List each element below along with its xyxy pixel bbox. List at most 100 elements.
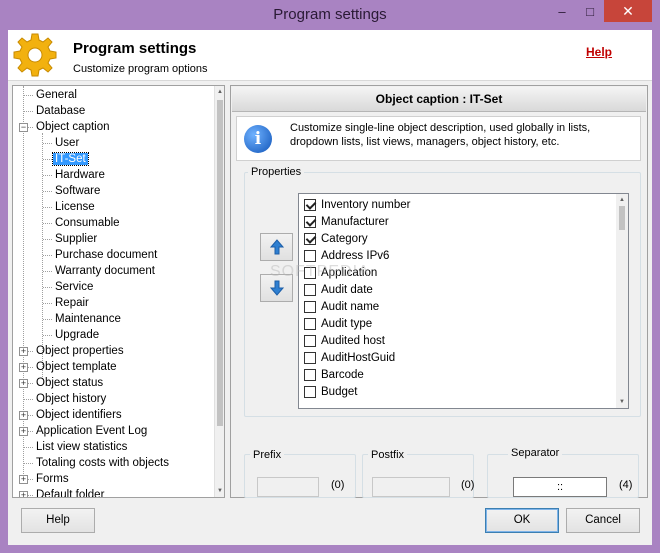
tree-item-label: User [55, 137, 80, 149]
property-checkbox[interactable] [304, 283, 316, 296]
minimize-button[interactable]: – [548, 0, 576, 22]
tree-item-label: Maintenance [55, 313, 121, 325]
tree-item[interactable]: Hardware [53, 167, 107, 183]
property-row[interactable]: Manufacturer [304, 213, 389, 230]
header-subtitle: Customize program options [73, 63, 208, 75]
settings-tree[interactable]: ▲ ▼ General Database Object caption − User IT… [12, 85, 225, 498]
tree-item[interactable]: Software [53, 183, 102, 199]
tree-item[interactable]: Upgrade [53, 327, 101, 343]
tree-item[interactable]: Object caption [34, 119, 112, 135]
property-row[interactable]: Category [304, 230, 368, 247]
tree-connector [43, 143, 52, 144]
property-row[interactable]: Address IPv6 [304, 247, 389, 264]
expand-icon[interactable]: + [19, 379, 28, 388]
tree-item[interactable]: Purchase document [53, 247, 159, 263]
info-box: i Customize single-line object descripti… [236, 116, 641, 161]
property-row[interactable]: Inventory number [304, 196, 411, 213]
tree-item[interactable]: Repair [53, 295, 91, 311]
tree-item[interactable]: Warranty document [53, 263, 157, 279]
property-checkbox[interactable] [304, 198, 316, 211]
tree-item-label: Purchase document [55, 249, 158, 261]
tree-item[interactable]: Object properties [34, 343, 126, 359]
info-icon: i [244, 125, 272, 153]
property-row[interactable]: Audit date [304, 281, 373, 298]
tree-connector [43, 255, 52, 256]
scroll-down-icon[interactable]: ▼ [616, 396, 628, 408]
tree-item[interactable]: Object identifiers [34, 407, 124, 423]
property-checkbox[interactable] [304, 334, 316, 347]
property-checkbox[interactable] [304, 368, 316, 381]
property-row[interactable]: Budget [304, 383, 357, 400]
tree-item[interactable]: Maintenance [53, 311, 123, 327]
tree-item[interactable]: IT-Set [52, 151, 89, 167]
scroll-up-icon[interactable]: ▲ [215, 86, 224, 98]
property-row[interactable]: Audited host [304, 332, 385, 349]
tree-item[interactable]: License [53, 199, 97, 215]
property-checkbox[interactable] [304, 215, 316, 228]
properties-list[interactable]: Budget Barcode AuditHostGuid Audited host Au… [298, 193, 629, 409]
property-row[interactable]: Audit name [304, 298, 379, 315]
tree-item-label: Object history [36, 393, 107, 405]
tree-item[interactable]: Default folder [34, 487, 106, 497]
scroll-up-icon[interactable]: ▲ [616, 194, 628, 206]
help-link[interactable]: Help [586, 45, 612, 59]
ok-button[interactable]: OK [485, 508, 559, 533]
expand-icon[interactable]: + [19, 411, 28, 420]
tree-item[interactable]: User [53, 135, 81, 151]
property-row[interactable]: Audit type [304, 315, 372, 332]
property-label: Address IPv6 [321, 249, 390, 262]
property-checkbox[interactable] [304, 300, 316, 313]
property-row[interactable]: Application [304, 264, 377, 281]
property-row[interactable]: AuditHostGuid [304, 349, 395, 366]
cancel-button[interactable]: Cancel [566, 508, 640, 533]
property-checkbox[interactable] [304, 385, 316, 398]
scroll-down-icon[interactable]: ▼ [215, 485, 224, 497]
tree-item[interactable]: Database [34, 103, 87, 119]
postfix-field[interactable] [372, 477, 450, 497]
property-checkbox[interactable] [304, 266, 316, 279]
property-checkbox[interactable] [304, 232, 316, 245]
move-down-button[interactable] [260, 274, 293, 302]
tree-scrollbar[interactable]: ▲ ▼ [214, 86, 224, 497]
tree-connector [43, 207, 52, 208]
program-settings-window: Program settings – □ ✕ Program settings … [0, 0, 660, 553]
separator-group: Separator :: (4) [487, 447, 639, 498]
tree-item[interactable]: Object template [34, 359, 119, 375]
properties-scroll-thumb[interactable] [619, 206, 625, 230]
tree-item-label: Software [55, 185, 101, 197]
tree-item[interactable]: Totaling costs with objects [34, 455, 171, 471]
tree-item-label: Object template [36, 361, 117, 373]
title-bar[interactable]: Program settings – □ ✕ [0, 0, 660, 30]
property-label: Inventory number [321, 198, 411, 211]
property-checkbox[interactable] [304, 249, 316, 262]
tree-item[interactable]: General [34, 87, 79, 103]
tree-item[interactable]: Forms [34, 471, 71, 487]
properties-scrollbar[interactable]: ▲ ▼ [616, 194, 628, 408]
help-button[interactable]: Help [21, 508, 95, 533]
tree-item[interactable]: List view statistics [34, 439, 129, 455]
maximize-button[interactable]: □ [576, 0, 604, 22]
tree-item[interactable]: Object history [34, 391, 108, 407]
tree-item-label: Object status [36, 377, 104, 389]
expand-icon[interactable]: + [19, 475, 28, 484]
tree-scroll-thumb[interactable] [217, 100, 223, 426]
property-checkbox[interactable] [304, 317, 316, 330]
tree-item[interactable]: Supplier [53, 231, 99, 247]
arrow-up-icon [269, 239, 284, 255]
expand-icon[interactable]: + [19, 347, 28, 356]
tree-item[interactable]: Application Event Log [34, 423, 149, 439]
tree-connector [43, 271, 52, 272]
close-button[interactable]: ✕ [604, 0, 652, 22]
property-checkbox[interactable] [304, 351, 316, 364]
tree-item[interactable]: Object status [34, 375, 105, 391]
expand-icon[interactable]: + [19, 427, 28, 436]
move-up-button[interactable] [260, 233, 293, 261]
expand-icon[interactable]: + [19, 363, 28, 372]
expand-icon[interactable]: + [19, 491, 28, 497]
separator-field[interactable]: :: [513, 477, 607, 497]
tree-item[interactable]: Consumable [53, 215, 122, 231]
prefix-field[interactable] [257, 477, 319, 497]
property-row[interactable]: Barcode [304, 366, 364, 383]
collapse-icon[interactable]: − [19, 123, 28, 132]
tree-item[interactable]: Service [53, 279, 95, 295]
